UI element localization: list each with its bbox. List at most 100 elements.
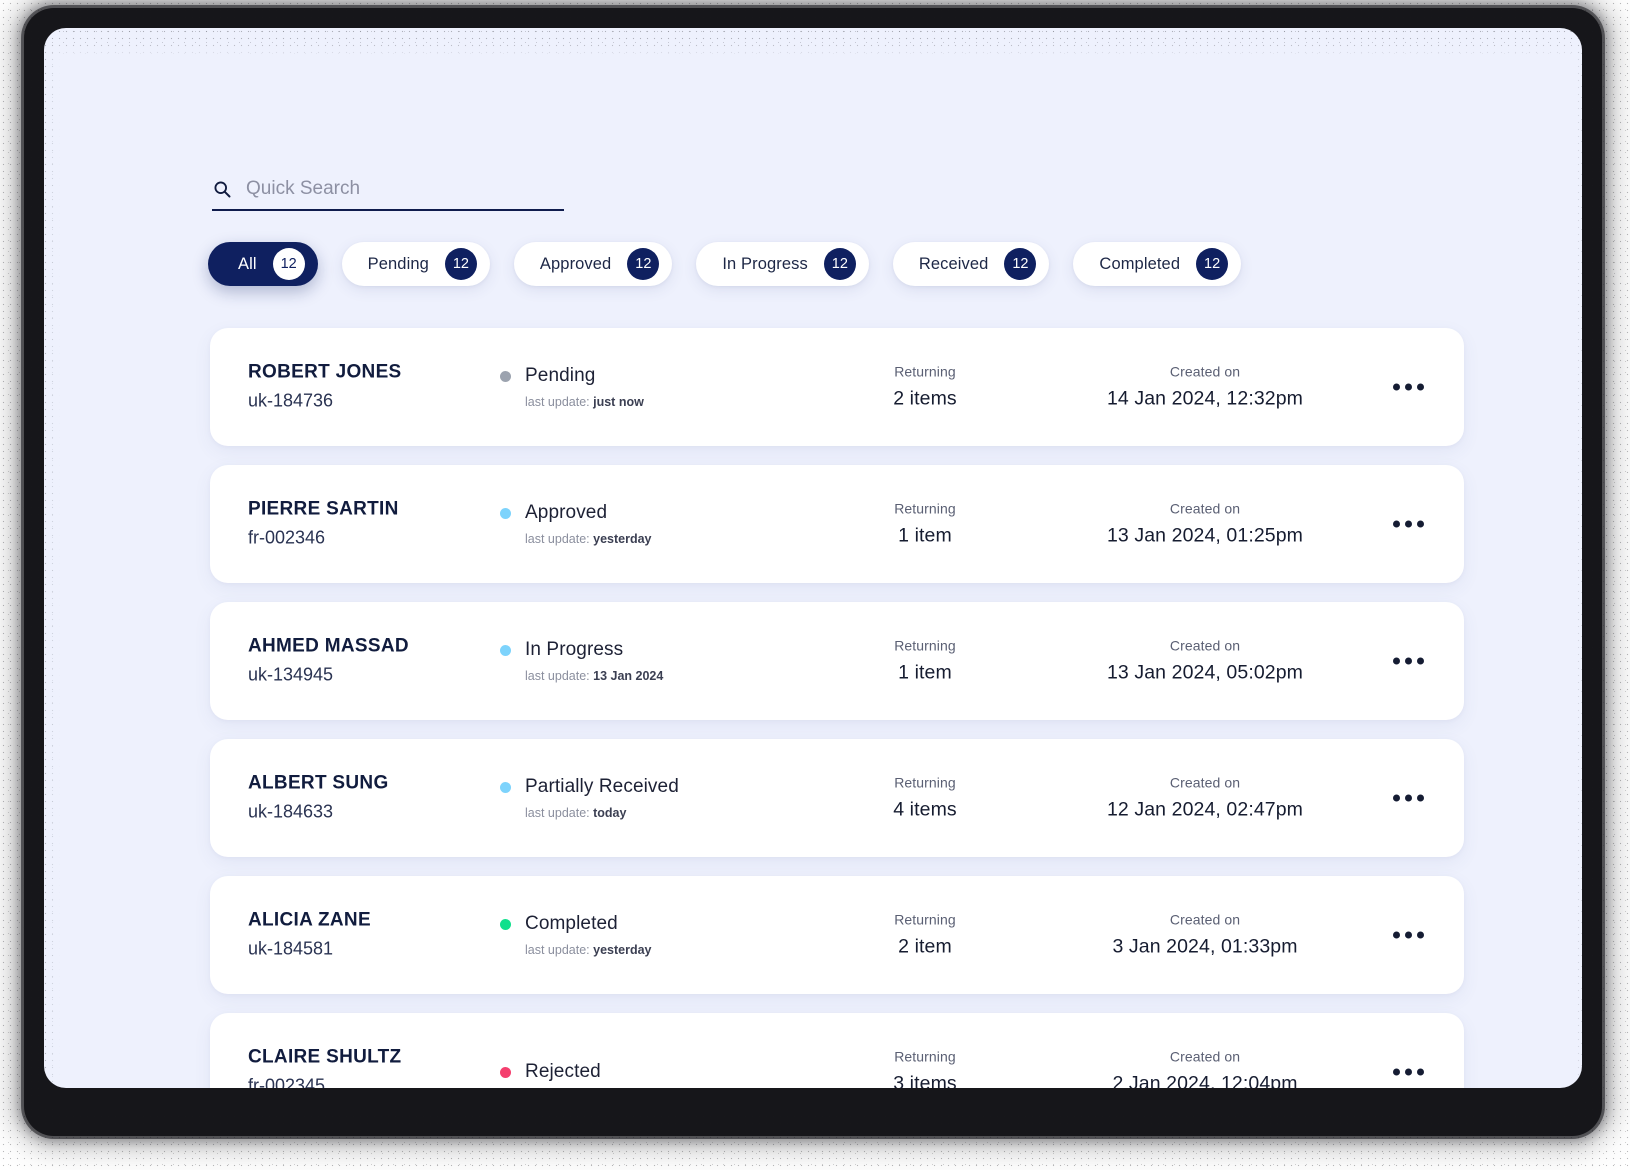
filter-chip-in-progress[interactable]: In Progress 12	[696, 242, 869, 286]
customer-name: AHMED MASSAD	[248, 635, 409, 657]
customer-cell: AHMED MASSAD uk-134945	[248, 634, 409, 689]
returning-label: Returning	[894, 500, 956, 517]
ellipsis-icon	[1393, 1068, 1400, 1076]
created-label: Created on	[1169, 637, 1241, 654]
row-more-options-button[interactable]	[1389, 1061, 1428, 1084]
returning-value: 1 item	[898, 661, 952, 684]
filter-chip-approved[interactable]: Approved 12	[513, 242, 673, 286]
customer-name: ROBERT JONES	[248, 361, 402, 383]
filter-chip-label: Completed	[1099, 254, 1181, 273]
created-value: 3 Jan 2024, 01:33pm	[1112, 935, 1298, 958]
customer-cell: CLAIRE SHULTZ fr-002345	[248, 1045, 401, 1088]
last-update-value: yesterday	[593, 943, 652, 957]
status-badge: Completed	[525, 913, 618, 934]
last-update-value: just now	[593, 395, 644, 409]
ellipsis-icon	[1405, 383, 1412, 391]
ellipsis-icon	[1405, 794, 1412, 802]
search-box[interactable]	[212, 178, 564, 211]
status-cell: Pending last update: just now	[500, 365, 644, 409]
filter-chip-label: In Progress	[722, 254, 808, 273]
returning-label: Returning	[894, 1048, 956, 1065]
status-cell: Rejected	[500, 1061, 601, 1083]
filter-chips: All 12 Pending 12 Approved 12 In Progres…	[208, 242, 1242, 286]
table-row[interactable]: ROBERT JONES uk-184736 Pending last upda…	[210, 328, 1464, 446]
filter-chip-received[interactable]: Received 12	[892, 242, 1050, 286]
row-more-options-button[interactable]	[1389, 787, 1428, 810]
customer-cell: ALBERT SUNG uk-184633	[248, 771, 389, 826]
returning-cell: Returning 2 items	[830, 364, 1020, 411]
created-cell: Created on 3 Jan 2024, 01:33pm	[1040, 912, 1370, 959]
table-row[interactable]: CLAIRE SHULTZ fr-002345 Rejected Returni…	[210, 1013, 1464, 1088]
order-id: uk-184633	[248, 801, 334, 822]
created-label: Created on	[1169, 500, 1241, 517]
status-dot	[500, 370, 511, 382]
last-update: last update: today	[525, 806, 679, 820]
status-badge: Rejected	[525, 1061, 601, 1082]
created-value: 14 Jan 2024, 12:32pm	[1106, 387, 1304, 410]
customer-name: PIERRE SARTIN	[248, 498, 399, 520]
last-update-value: today	[593, 806, 627, 820]
status-badge: Approved	[525, 502, 608, 523]
last-update-prefix: last update:	[525, 943, 590, 957]
order-id: uk-184736	[248, 390, 334, 411]
filter-chip-pending[interactable]: Pending 12	[341, 242, 490, 286]
filter-chip-count: 12	[823, 248, 856, 280]
created-value: 2 Jan 2024, 12:04pm	[1112, 1072, 1298, 1089]
table-row[interactable]: ALICIA ZANE uk-184581 Completed last upd…	[210, 876, 1464, 994]
returning-cell: Returning 2 item	[830, 912, 1020, 959]
status-dot	[500, 644, 511, 656]
row-more-options-button[interactable]	[1389, 924, 1428, 947]
table-row[interactable]: AHMED MASSAD uk-134945 In Progress last …	[210, 602, 1464, 720]
ellipsis-icon	[1405, 520, 1412, 528]
order-id: fr-002346	[248, 527, 326, 548]
last-update: last update: yesterday	[525, 532, 652, 546]
filter-chip-count: 12	[272, 248, 305, 280]
ellipsis-icon	[1393, 794, 1400, 802]
filter-chip-label: Approved	[539, 254, 612, 273]
table-row[interactable]: ALBERT SUNG uk-184633 Partially Received…	[210, 739, 1464, 857]
search-input[interactable]	[246, 178, 564, 200]
status-cell: In Progress last update: 13 Jan 2024	[500, 639, 663, 683]
returning-cell: Returning 4 items	[830, 775, 1020, 822]
ellipsis-icon	[1405, 1068, 1412, 1076]
created-value: 13 Jan 2024, 05:02pm	[1106, 661, 1304, 684]
order-id: fr-002345	[248, 1075, 326, 1088]
filter-chip-count: 12	[627, 248, 660, 280]
row-more-options-button[interactable]	[1389, 513, 1428, 536]
device-frame: All 12 Pending 12 Approved 12 In Progres…	[0, 0, 1630, 1170]
last-update-prefix: last update:	[525, 395, 590, 409]
last-update-prefix: last update:	[525, 532, 590, 546]
returning-value: 3 items	[893, 1072, 957, 1089]
ellipsis-icon	[1405, 931, 1412, 939]
ellipsis-icon	[1393, 520, 1400, 528]
status-dot	[500, 918, 511, 930]
last-update-value: 13 Jan 2024	[593, 669, 664, 683]
table-row[interactable]: PIERRE SARTIN fr-002346 Approved last up…	[210, 465, 1464, 583]
status-cell: Approved last update: yesterday	[500, 502, 652, 546]
created-label: Created on	[1169, 1048, 1241, 1065]
status-dot	[500, 507, 511, 519]
created-cell: Created on 14 Jan 2024, 12:32pm	[1040, 364, 1370, 411]
created-cell: Created on 13 Jan 2024, 05:02pm	[1040, 638, 1370, 685]
returning-label: Returning	[894, 637, 956, 654]
customer-cell: ROBERT JONES uk-184736	[248, 360, 402, 415]
status-badge: Partially Received	[525, 776, 679, 797]
last-update: last update: yesterday	[525, 943, 652, 957]
returning-cell: Returning 1 item	[830, 501, 1020, 548]
row-more-options-button[interactable]	[1389, 650, 1428, 673]
row-more-options-button[interactable]	[1389, 376, 1428, 399]
returning-label: Returning	[894, 363, 956, 380]
last-update: last update: 13 Jan 2024	[525, 669, 663, 683]
status-badge: Pending	[525, 365, 596, 386]
filter-chip-completed[interactable]: Completed 12	[1073, 242, 1242, 286]
ellipsis-icon	[1417, 520, 1424, 528]
created-cell: Created on 12 Jan 2024, 02:47pm	[1040, 775, 1370, 822]
last-update: last update: just now	[525, 395, 644, 409]
returning-cell: Returning 1 item	[830, 638, 1020, 685]
filter-chip-all[interactable]: All 12	[208, 242, 318, 286]
returning-value: 2 items	[893, 387, 957, 410]
customer-cell: ALICIA ZANE uk-184581	[248, 908, 371, 963]
app-viewport: All 12 Pending 12 Approved 12 In Progres…	[44, 28, 1582, 1088]
last-update-prefix: last update:	[525, 669, 590, 683]
created-label: Created on	[1169, 774, 1241, 791]
